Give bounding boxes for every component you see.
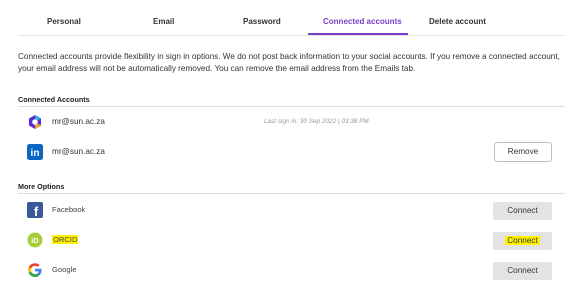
connected-account-row: mr@sun.ac.za Last sign in: 30 Sep 2022 |… <box>0 110 580 134</box>
remove-button[interactable]: Remove <box>494 142 552 162</box>
more-option-row-orcid: iD ORCID Connect <box>0 228 580 252</box>
svg-text:in: in <box>31 148 40 159</box>
more-option-row-facebook: f Facebook Connect <box>0 198 580 222</box>
tab-delete-account[interactable]: Delete account <box>429 17 486 26</box>
option-name: ORCID <box>52 235 79 244</box>
option-name: Google <box>52 265 77 274</box>
more-options-heading: More Options <box>18 182 65 191</box>
connect-orcid-label: Connect <box>505 236 540 245</box>
tab-password[interactable]: Password <box>243 17 281 26</box>
connect-google-button[interactable]: Connect <box>493 262 552 280</box>
more-option-row-google: Google Connect <box>0 258 580 282</box>
facebook-icon: f <box>27 202 43 218</box>
tab-email[interactable]: Email <box>153 17 174 26</box>
section-divider <box>18 106 565 107</box>
account-email: mr@sun.ac.za <box>52 147 105 156</box>
tab-bar: Personal Email Password Connected accoun… <box>0 0 580 38</box>
svg-text:iD: iD <box>31 236 39 245</box>
google-icon <box>28 263 42 277</box>
account-email: mr@sun.ac.za <box>52 117 105 126</box>
intro-text: Connected accounts provide flexibility i… <box>18 52 560 73</box>
option-name: Facebook <box>52 205 86 214</box>
linkedin-icon: in <box>27 144 43 160</box>
section-divider <box>18 193 565 194</box>
orcid-icon: iD <box>27 232 43 248</box>
last-sign-in: Last sign in: 30 Sep 2022 | 03:38 PM <box>264 118 369 125</box>
tab-bar-divider <box>18 35 565 36</box>
svg-text:f: f <box>34 204 39 218</box>
connect-facebook-button[interactable]: Connect <box>493 202 552 220</box>
option-name-highlight: ORCID <box>52 235 79 244</box>
tab-personal[interactable]: Personal <box>47 17 81 26</box>
connected-accounts-heading: Connected Accounts <box>18 95 90 104</box>
tab-connected-accounts[interactable]: Connected accounts <box>323 17 402 26</box>
sign-in-provider-logo-icon <box>29 115 41 129</box>
connect-orcid-button[interactable]: Connect <box>493 232 552 250</box>
connected-account-row: in mr@sun.ac.za Remove <box>0 140 580 164</box>
